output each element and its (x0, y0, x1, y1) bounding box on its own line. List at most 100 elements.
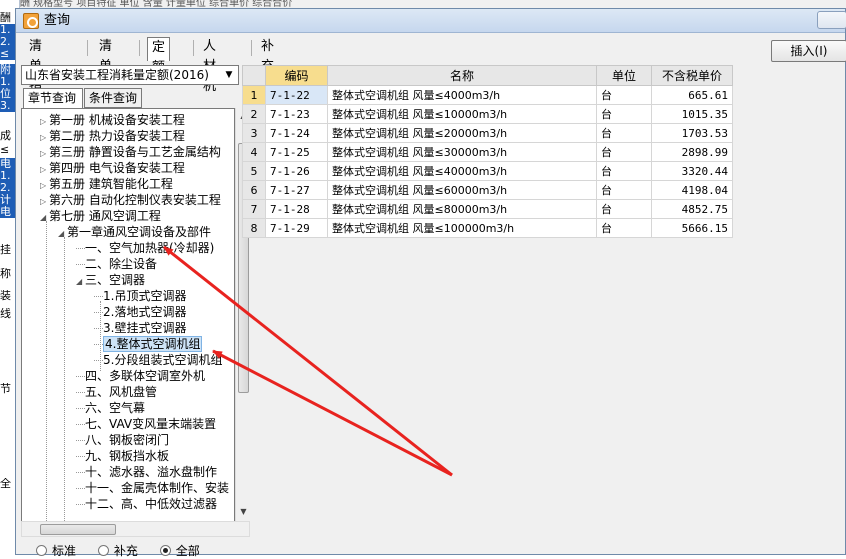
tree-item[interactable]: ▷ 第一册 机械设备安装工程 (40, 112, 185, 128)
row-number[interactable]: 8 (242, 218, 266, 238)
row-number[interactable]: 7 (242, 199, 266, 219)
name-cell[interactable]: 整体式空调机组 风量≤100000m3/h (327, 218, 597, 238)
table-row[interactable]: 1 7-1-22 整体式空调机组 风量≤4000m3/h 台 665.61 (242, 85, 733, 105)
tree-item[interactable]: 一、空气加热器(冷却器) (76, 240, 214, 256)
row-number[interactable]: 4 (242, 142, 266, 162)
name-cell[interactable]: 整体式空调机组 风量≤30000m3/h (327, 142, 597, 162)
code-cell[interactable]: 7-1-22 (265, 85, 328, 105)
tab-quota[interactable]: 定额 (147, 37, 171, 75)
tab-list[interactable]: 清单 (95, 37, 116, 74)
tab-labor-material[interactable]: 人材机 (199, 37, 220, 94)
unit-cell[interactable]: 台 (596, 180, 652, 200)
tree-item[interactable]: ◢ 第一章通风空调设备及部件 (58, 224, 211, 240)
tree-item[interactable]: ▷ 第三册 静置设备与工艺金属结构 (40, 144, 221, 160)
tree-item[interactable]: 四、多联体空调室外机 (76, 368, 205, 384)
radio-circle[interactable] (36, 545, 47, 556)
tree-item[interactable]: 二、除尘设备 (76, 256, 157, 272)
tree-item[interactable]: 八、钢板密闭门 (76, 432, 169, 448)
name-cell[interactable]: 整体式空调机组 风量≤80000m3/h (327, 199, 597, 219)
tree-item[interactable]: 5.分段组装式空调机组 (94, 352, 222, 368)
price-cell[interactable]: 4198.04 (651, 180, 733, 200)
tree-item[interactable]: ▷ 第五册 建筑智能化工程 (40, 176, 173, 192)
unit-cell[interactable]: 台 (596, 199, 652, 219)
expand-toggle-icon[interactable]: ◢ (58, 226, 67, 242)
price-cell[interactable]: 1015.35 (651, 104, 733, 124)
tree-item[interactable]: 十、滤水器、溢水盘制作 (76, 464, 217, 480)
unit-cell[interactable]: 台 (596, 161, 652, 181)
close-button[interactable] (817, 11, 846, 29)
row-number[interactable]: 5 (242, 161, 266, 181)
table-row[interactable]: 4 7-1-25 整体式空调机组 风量≤30000m3/h 台 2898.99 (242, 142, 733, 162)
chevron-down-icon[interactable]: ▼ (221, 67, 237, 83)
price-cell[interactable]: 1703.53 (651, 123, 733, 143)
price-cell[interactable]: 3320.44 (651, 161, 733, 181)
scroll-thumb[interactable] (40, 524, 116, 535)
chapter-tree[interactable]: ▷ 第一册 机械设备安装工程 ▷ 第二册 热力设备安装工程 ▷ 第三册 静置设备与工艺金属… (21, 108, 235, 531)
tree-horizontal-scrollbar[interactable] (21, 521, 250, 537)
tree-item[interactable]: 1.吊顶式空调器 (94, 288, 186, 304)
radio-all[interactable]: 全部 (159, 543, 200, 559)
tab-chapter-query[interactable]: 章节查询 (23, 88, 83, 110)
price-cell[interactable]: 5666.15 (651, 218, 733, 238)
code-cell[interactable]: 7-1-24 (265, 123, 328, 143)
table-row[interactable]: 2 7-1-23 整体式空调机组 风量≤10000m3/h 台 1015.35 (242, 104, 733, 124)
table-row[interactable]: 5 7-1-26 整体式空调机组 风量≤40000m3/h 台 3320.44 (242, 161, 733, 181)
tab-list-guide[interactable]: 清单指引 (25, 37, 46, 114)
name-cell[interactable]: 整体式空调机组 风量≤4000m3/h (327, 85, 597, 105)
tree-item[interactable]: 九、钢板挡水板 (76, 448, 169, 464)
expand-toggle-icon[interactable]: ◢ (76, 274, 85, 290)
table-row[interactable]: 7 7-1-28 整体式空调机组 风量≤80000m3/h 台 4852.75 (242, 199, 733, 219)
tree-item[interactable]: 七、VAV变风量末端装置 (76, 416, 216, 432)
tree-item[interactable]: ▷ 第二册 热力设备安装工程 (40, 128, 185, 144)
code-cell[interactable]: 7-1-27 (265, 180, 328, 200)
column-header-unit[interactable]: 单位 (596, 65, 652, 86)
name-cell[interactable]: 整体式空调机组 风量≤60000m3/h (327, 180, 597, 200)
expand-toggle-icon[interactable]: ◢ (40, 210, 49, 226)
unit-cell[interactable]: 台 (596, 142, 652, 162)
table-row[interactable]: 3 7-1-24 整体式空调机组 风量≤20000m3/h 台 1703.53 (242, 123, 733, 143)
price-cell[interactable]: 665.61 (651, 85, 733, 105)
radio-circle[interactable] (159, 545, 171, 556)
radio-standard[interactable]: 标准 (36, 543, 76, 559)
tree-item[interactable]: 4.整体式空调机组 (94, 336, 203, 352)
tree-item[interactable]: 3.壁挂式空调器 (94, 320, 186, 336)
tab-supplement-labor-material[interactable]: 补充人材机 (257, 37, 278, 134)
tree-item[interactable]: ▷ 第四册 电气设备安装工程 (40, 160, 185, 176)
insert-button[interactable]: 插入(I) (771, 40, 846, 62)
unit-cell[interactable]: 台 (596, 218, 652, 238)
table-row[interactable]: 6 7-1-27 整体式空调机组 风量≤60000m3/h 台 4198.04 (242, 180, 733, 200)
scroll-down-icon[interactable]: ▼ (238, 506, 249, 518)
radio-circle[interactable] (97, 545, 109, 556)
code-cell[interactable]: 7-1-26 (265, 161, 328, 181)
tree-item[interactable]: 2.落地式空调器 (94, 304, 186, 320)
code-cell[interactable]: 7-1-28 (265, 199, 328, 219)
column-header-code[interactable]: 编码 (265, 65, 328, 86)
unit-cell[interactable]: 台 (596, 85, 652, 105)
tree-item[interactable]: 十二、高、中低效过滤器 (76, 496, 217, 512)
tree-item[interactable]: 六、空气幕 (76, 400, 145, 416)
price-cell[interactable]: 2898.99 (651, 142, 733, 162)
column-header-name[interactable]: 名称 (327, 65, 597, 86)
tree-item[interactable]: 十一、金属壳体制作、安装 (76, 480, 229, 496)
tree-item[interactable]: 五、风机盘管 (76, 384, 157, 400)
tab-condition-query[interactable]: 条件查询 (84, 88, 142, 108)
quota-library-select[interactable]: 山东省安装工程消耗量定额(2016) ▼ (21, 65, 239, 85)
unit-cell[interactable]: 台 (596, 123, 652, 143)
table-row[interactable]: 8 7-1-29 整体式空调机组 风量≤100000m3/h 台 5666.15 (242, 218, 733, 238)
radio-supplement[interactable]: 补充 (97, 543, 138, 559)
unit-cell[interactable]: 台 (596, 104, 652, 124)
code-cell[interactable]: 7-1-29 (265, 218, 328, 238)
price-cell[interactable]: 4852.75 (651, 199, 733, 219)
code-cell[interactable]: 7-1-23 (265, 104, 328, 124)
name-cell[interactable]: 整体式空调机组 风量≤20000m3/h (327, 123, 597, 143)
tree-item[interactable]: ◢ 三、空调器 (76, 272, 145, 288)
name-cell[interactable]: 整体式空调机组 风量≤10000m3/h (327, 104, 597, 124)
row-number[interactable]: 1 (242, 85, 266, 105)
code-cell[interactable]: 7-1-25 (265, 142, 328, 162)
name-cell[interactable]: 整体式空调机组 风量≤40000m3/h (327, 161, 597, 181)
tree-item[interactable]: ◢ 第七册 通风空调工程 (40, 208, 161, 224)
tree-item[interactable]: ▷ 第六册 自动化控制仪表安装工程 (40, 192, 221, 208)
row-number[interactable]: 2 (242, 104, 266, 124)
column-header-price[interactable]: 不含税单价 (651, 65, 733, 86)
row-number[interactable]: 6 (242, 180, 266, 200)
